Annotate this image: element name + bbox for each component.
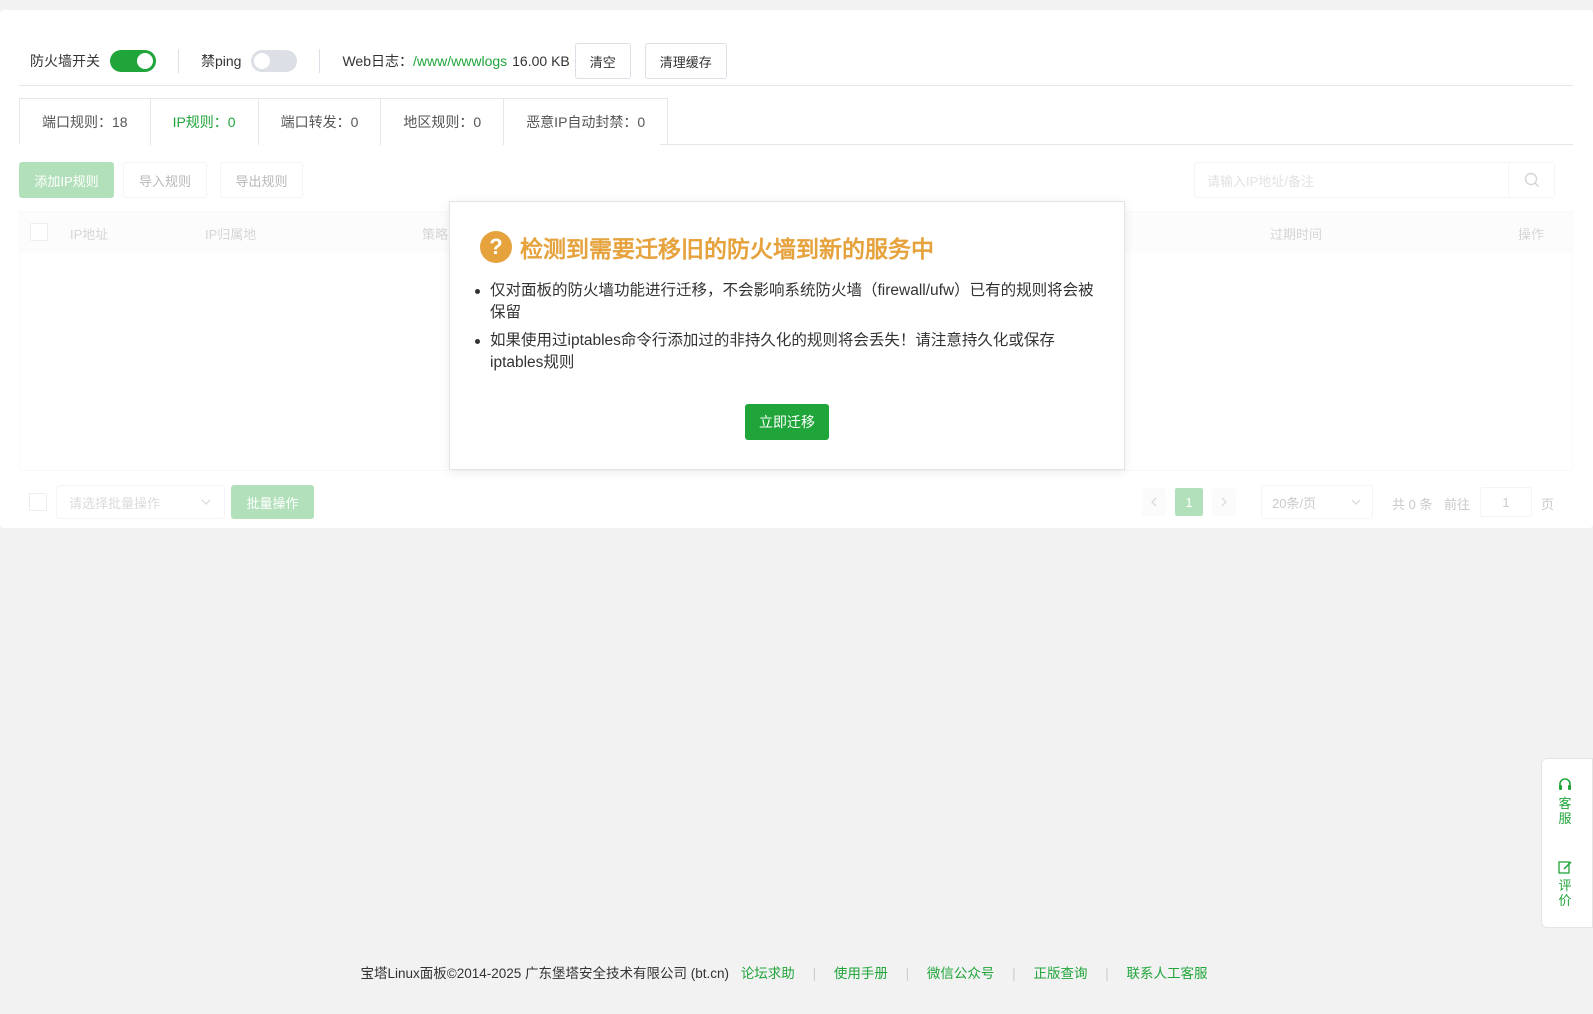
footer-link-manual[interactable]: 使用手册	[834, 966, 888, 981]
column-ip-address: IP地址	[70, 227, 109, 242]
chevron-down-icon	[1351, 499, 1361, 505]
footer-separator: |	[1105, 966, 1109, 981]
review-button[interactable]: 评价	[1555, 859, 1575, 908]
search-box: 请输入IP地址/备注	[1194, 162, 1555, 198]
export-rules-button[interactable]: 导出规则	[220, 162, 303, 198]
customer-service-button[interactable]: 客服	[1555, 777, 1575, 826]
migrate-now-button[interactable]: 立即迁移	[745, 404, 829, 440]
prev-page-button[interactable]	[1142, 488, 1166, 516]
page-number-current[interactable]: 1	[1175, 488, 1203, 516]
toggle-knob	[254, 53, 271, 69]
site-footer: 宝塔Linux面板©2014-2025 广东堡塔安全技术有限公司 (bt.cn)…	[0, 962, 1568, 982]
footer-link-forum[interactable]: 论坛求助	[741, 966, 795, 981]
goto-page-input[interactable]: 1	[1480, 487, 1532, 517]
column-expire-time: 过期时间	[1270, 227, 1323, 242]
batch-select-placeholder: 请选择批量操作	[69, 495, 161, 511]
chevron-right-icon	[1221, 497, 1227, 507]
question-icon: ?	[480, 231, 512, 263]
customer-service-label: 客服	[1558, 796, 1572, 826]
tab-region-rules[interactable]: 地区规则：0	[381, 99, 505, 145]
edit-icon	[1558, 861, 1572, 874]
clear-log-button[interactable]: 清空	[574, 43, 631, 79]
tab-port-forward[interactable]: 端口转发：0	[258, 99, 382, 145]
footer-separator: |	[905, 966, 910, 981]
select-all-checkbox[interactable]	[30, 223, 48, 241]
weblog-label: Web日志：	[342, 53, 414, 69]
ping-label: 禁ping	[201, 53, 242, 69]
toggle-knob	[137, 53, 153, 69]
page-size-value: 20条/页	[1272, 495, 1317, 511]
dialog-message-item: 如果使用过iptables命令行添加过的非持久化的规则将会丢失！请注意持久化或保…	[475, 330, 1100, 374]
column-actions: 操作	[1518, 227, 1545, 242]
divider	[319, 49, 321, 73]
total-count: 共 0 条	[1392, 497, 1433, 512]
next-page-button[interactable]	[1212, 488, 1236, 516]
batch-action-select[interactable]: 请选择批量操作	[56, 485, 225, 519]
ping-toggle[interactable]	[251, 50, 298, 72]
column-ip-location: IP归属地	[205, 227, 257, 242]
page-unit-label: 页	[1541, 497, 1555, 512]
dialog-title-text: 检测到需要迁移旧的防火墙到新的服务中	[520, 236, 934, 262]
copyright-text: 宝塔Linux面板©2014-2025 广东堡塔安全技术有限公司 (bt.cn)	[360, 966, 730, 981]
rule-tabs: 端口规则：18 IP规则：0 端口转发：0 地区规则：0 恶意IP自动封禁：0	[19, 98, 669, 145]
review-label: 评价	[1558, 878, 1572, 908]
footer-separator: |	[1012, 966, 1016, 981]
weblog-size: 16.00 KB	[512, 53, 570, 69]
tab-port-rules[interactable]: 端口规则：18	[20, 99, 151, 145]
divider	[178, 49, 179, 73]
search-icon	[1524, 172, 1539, 187]
batch-action-button[interactable]: 批量操作	[231, 485, 314, 519]
column-policy: 策略	[422, 227, 449, 242]
footer-separator: |	[812, 966, 817, 981]
chevron-down-icon	[201, 499, 211, 505]
footer-link-verify[interactable]: 正版查询	[1033, 966, 1087, 981]
divider	[660, 144, 1573, 145]
add-ip-rule-button[interactable]: 添加IP规则	[19, 162, 114, 198]
clear-cache-button[interactable]: 清理缓存	[644, 43, 727, 79]
migration-dialog: ? 检测到需要迁移旧的防火墙到新的服务中 仅对面板的防火墙功能进行迁移，不会影响…	[449, 201, 1125, 470]
dialog-message-item: 仅对面板的防火墙功能进行迁移，不会影响系统防火墙（firewall/ufw）已有…	[475, 280, 1100, 324]
search-button[interactable]	[1508, 163, 1554, 197]
firewall-toggle[interactable]	[110, 50, 156, 72]
page-size-select[interactable]: 20条/页	[1261, 485, 1373, 519]
weblog-path-link[interactable]: /www/wwwlogs	[413, 53, 507, 69]
firewall-switch-label: 防火墙开关	[30, 53, 100, 69]
firewall-panel: 防火墙开关 禁ping Web日志： /www/wwwlogs 16.00 KB…	[0, 10, 1593, 528]
divider	[19, 85, 1573, 86]
footer-link-wechat[interactable]: 微信公众号	[927, 966, 995, 981]
import-rules-button[interactable]: 导入规则	[123, 162, 207, 198]
dialog-message-list: 仅对面板的防火墙功能进行迁移，不会影响系统防火墙（firewall/ufw）已有…	[475, 280, 1100, 380]
footer-link-contact[interactable]: 联系人工客服	[1127, 966, 1208, 981]
batch-select-checkbox[interactable]	[29, 493, 47, 511]
firewall-topbar: 防火墙开关 禁ping Web日志： /www/wwwlogs 16.00 KB…	[30, 40, 727, 82]
search-input[interactable]: 请输入IP地址/备注	[1195, 171, 1508, 190]
headset-icon	[1559, 778, 1571, 790]
chevron-left-icon	[1151, 497, 1157, 507]
side-float-widget: 客服 评价	[1541, 758, 1593, 928]
tab-ip-rules[interactable]: IP规则：0	[150, 99, 259, 145]
dialog-title: ? 检测到需要迁移旧的防火墙到新的服务中	[480, 230, 934, 264]
goto-label: 前往	[1444, 497, 1471, 512]
tab-malicious-ip-ban[interactable]: 恶意IP自动封禁：0	[504, 99, 668, 145]
